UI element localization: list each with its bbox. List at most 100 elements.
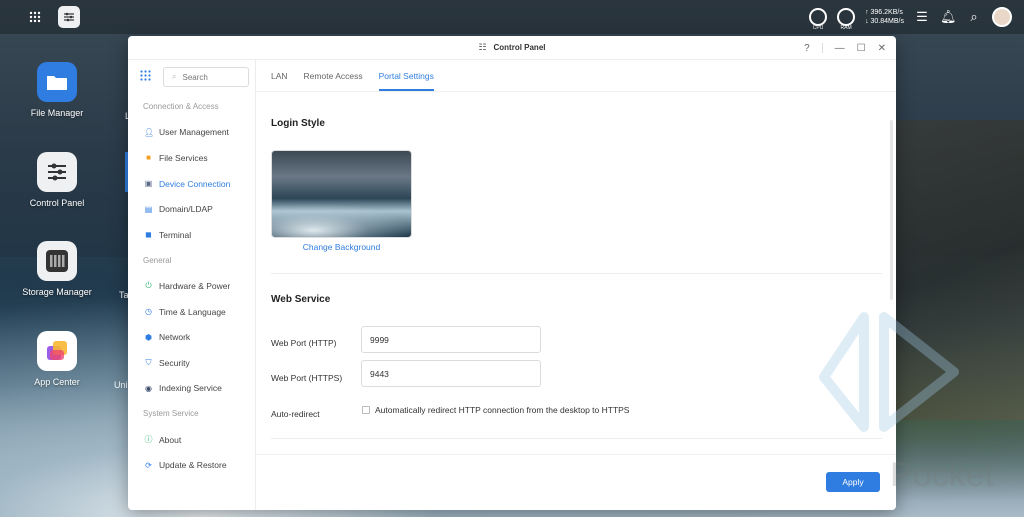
control-panel-taskbar-icon[interactable] [58, 6, 80, 28]
desktop-icon-app-center[interactable]: App Center [2, 331, 112, 387]
app-grid-icon[interactable] [18, 0, 52, 34]
user-icon: 👤︎ [144, 127, 155, 137]
search-input[interactable] [182, 72, 243, 82]
folder-icon: ■ [146, 153, 151, 163]
shield-icon: ⛉ [145, 358, 152, 368]
footer-divider [256, 454, 896, 455]
close-icon[interactable]: ✕ [878, 43, 886, 54]
control-panel-title-icon: ☷ [478, 42, 487, 52]
sidebar-item-label: Device Connection [159, 178, 231, 189]
desktop-icon-label: App Center [34, 377, 80, 387]
desktop-icon-label: File Manager [30, 108, 84, 118]
desktop-icon-label: Control Panel [29, 198, 85, 208]
desktop-icon-storage-manager[interactable]: Storage Manager [2, 241, 112, 297]
app-center-icon [37, 331, 77, 371]
terminal-icon: ◼ [145, 230, 152, 240]
cpu-gauge-icon[interactable]: CPU [809, 8, 828, 31]
taskbar: CPU RAM ↑ 396.2KB/s ↓ 30.84MB/s ☰ 🔔︎ ⌕ [0, 0, 1024, 34]
sidebar: ⌕ Connection & Access 👤︎User Management … [128, 60, 256, 510]
section-divider [271, 438, 882, 439]
sidebar-item-label: Time & Language [159, 306, 226, 317]
task-list-icon[interactable]: ☰ [914, 9, 930, 25]
section-system-service: System Service [143, 409, 199, 419]
search-icon: ⌕ [172, 72, 177, 81]
sidebar-item-label: Network [159, 332, 191, 343]
ram-gauge-icon[interactable]: RAM [837, 8, 856, 31]
sidebar-item-domain-ldap[interactable]: ▤ Domain/LDAP [128, 196, 255, 222]
sidebar-item-update-restore[interactable]: ⟳ Update & Restore [128, 452, 255, 478]
desktop-icon-control-panel[interactable]: Control Panel [2, 152, 112, 208]
desktop-icon-file-manager[interactable]: File Manager [2, 62, 112, 118]
desktop-icon-partial-label: Uni [114, 380, 128, 390]
sidebar-item-hardware-power[interactable]: ⏻ Hardware & Power [128, 273, 255, 299]
desktop-icon-label: Storage Manager [22, 287, 92, 297]
index-icon: ◉ [145, 383, 152, 393]
sidebar-item-time-language[interactable]: ◷ Time & Language [128, 299, 255, 325]
sidebar-item-label: Terminal [159, 229, 192, 240]
user-avatar[interactable] [992, 7, 1012, 27]
sidebar-item-network[interactable]: ⬢ Network [128, 324, 255, 350]
help-icon[interactable]: ? [804, 43, 810, 54]
sidebar-item-about[interactable]: ⓘ About [128, 427, 255, 453]
sliders-icon [37, 152, 77, 192]
main-panel: LAN Remote Access Portal Settings Login … [256, 60, 896, 510]
sidebar-item-indexing-service[interactable]: ◉ Indexing Service [128, 376, 255, 402]
login-background-thumbnail[interactable] [271, 150, 412, 238]
https-port-label: Web Port (HTTPS) [271, 373, 343, 383]
tab-lan[interactable]: LAN [271, 71, 288, 91]
http-port-label: Web Port (HTTP) [271, 338, 337, 348]
sidebar-search[interactable]: ⌕ [163, 67, 249, 87]
wallpaper-rocks [884, 120, 1024, 420]
sidebar-item-terminal[interactable]: ◼ Terminal [128, 222, 255, 248]
domain-icon: ▤ [144, 204, 153, 214]
control-panel-window: ☷ Control Panel ? — ☐ ✕ ⌕ Connection & A… [128, 36, 896, 510]
folder-icon [37, 62, 77, 102]
sidebar-item-label: Hardware & Power [159, 280, 231, 291]
sidebar-item-label: Domain/LDAP [159, 204, 213, 215]
portal-settings-content: Login Style Change Background Web Servic… [271, 92, 882, 470]
http-port-input[interactable] [361, 326, 541, 353]
sidebar-item-label: User Management [159, 127, 229, 138]
sidebar-item-security[interactable]: ⛉ Security [128, 350, 255, 376]
https-port-input[interactable] [361, 360, 541, 387]
apply-button[interactable]: Apply [826, 472, 880, 492]
notification-bell-icon[interactable]: 🔔︎ [940, 9, 957, 25]
storage-icon [37, 241, 77, 281]
sidebar-item-label: File Services [159, 152, 208, 163]
cpu-label: CPU [812, 25, 824, 31]
sidebar-item-label: Security [159, 357, 190, 368]
content-scrollbar[interactable] [890, 120, 893, 300]
maximize-icon[interactable]: ☐ [857, 43, 866, 54]
auto-redirect-checkbox[interactable] [362, 406, 370, 414]
auto-redirect-label: Auto-redirect [271, 409, 320, 419]
section-general: General [143, 255, 172, 265]
power-icon: ⏻ [145, 281, 152, 291]
info-icon: ⓘ [144, 435, 153, 445]
search-icon[interactable]: ⌕ [966, 9, 982, 25]
sidebar-item-label: Indexing Service [159, 383, 222, 394]
ram-label: RAM [840, 25, 852, 31]
tab-remote-access[interactable]: Remote Access [304, 71, 363, 91]
sidebar-item-label: About [159, 434, 182, 445]
download-speed: ↓ 30.84MB/s [865, 18, 904, 25]
watermark-text: Pocket [890, 456, 994, 494]
clock-icon: ◷ [145, 307, 152, 317]
section-divider [271, 273, 882, 274]
sidebar-item-device-connection[interactable]: ▣ Device Connection [128, 171, 255, 197]
tab-portal-settings[interactable]: Portal Settings [378, 71, 434, 91]
change-background-link[interactable]: Change Background [271, 242, 412, 252]
sidebar-item-file-services[interactable]: ■ File Services [128, 145, 255, 171]
window-title: Control Panel [493, 43, 546, 52]
section-connection-access: Connection & Access [143, 102, 219, 111]
device-icon: ▣ [144, 179, 153, 189]
sidebar-item-label: Update & Restore [159, 460, 227, 471]
tab-bar: LAN Remote Access Portal Settings [256, 60, 896, 92]
sidebar-item-user-management[interactable]: 👤︎ User Management [128, 120, 255, 146]
minimize-icon[interactable]: — [835, 43, 845, 54]
network-speed[interactable]: ↑ 396.2KB/s ↓ 30.84MB/s [865, 8, 904, 26]
upload-speed: ↑ 396.2KB/s [865, 9, 903, 16]
menu-grid-icon[interactable] [140, 70, 151, 84]
window-titlebar[interactable]: ☷ Control Panel ? — ☐ ✕ [128, 36, 896, 60]
login-style-heading: Login Style [271, 118, 325, 129]
auto-redirect-description: Automatically redirect HTTP connection f… [375, 405, 630, 415]
